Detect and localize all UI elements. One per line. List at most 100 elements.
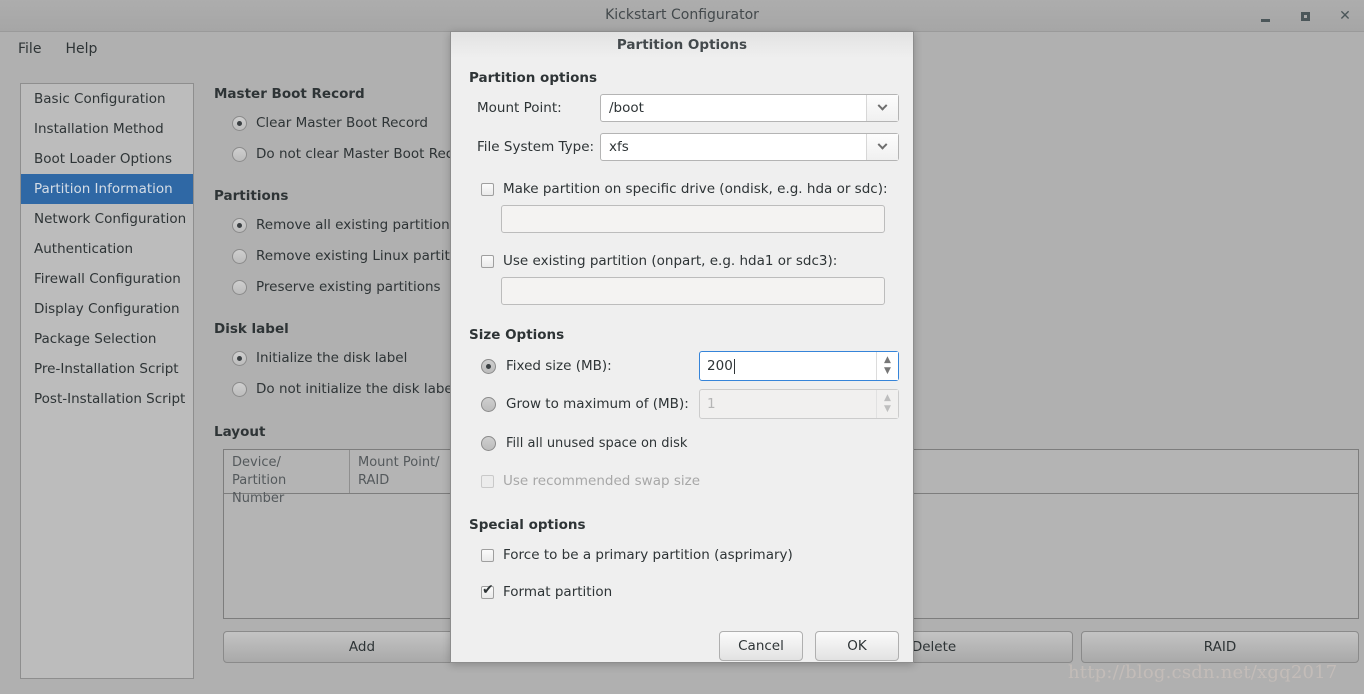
sidebar-item-pre-installation-script[interactable]: Pre-Installation Script — [21, 354, 193, 384]
radio-initialize-disk-label[interactable]: Initialize the disk label — [232, 346, 456, 370]
spinner-down-icon: ▼ — [884, 404, 891, 414]
dialog-buttons: Cancel OK — [719, 631, 899, 661]
ok-button[interactable]: OK — [815, 631, 899, 661]
fixed-size-spinner[interactable]: 200 ▲ ▼ — [699, 351, 899, 381]
window-title: Kickstart Configurator — [605, 7, 759, 23]
sidebar-item-post-installation-script[interactable]: Post-Installation Script — [21, 384, 193, 414]
checkbox-icon — [481, 583, 494, 599]
radio-icon[interactable] — [481, 358, 496, 374]
radio-do-not-clear-mbr[interactable]: Do not clear Master Boot Record — [232, 142, 475, 166]
radio-remove-linux-partitions[interactable]: Remove existing Linux partitions — [232, 244, 477, 268]
partition-options-section-title: Partition options — [469, 70, 597, 86]
disk-label-radio-group: Initialize the disk label Do not initial… — [214, 346, 456, 401]
sidebar-item-display-configuration[interactable]: Display Configuration — [21, 294, 193, 324]
sidebar-item-firewall-configuration[interactable]: Firewall Configuration — [21, 264, 193, 294]
radio-label: Initialize the disk label — [256, 350, 408, 366]
menu-item-file[interactable]: File — [8, 37, 51, 61]
ondisk-checkbox[interactable]: Make partition on specific drive (ondisk… — [481, 177, 899, 201]
fixed-size-label: Fixed size (MB): — [506, 358, 612, 374]
onpart-checkbox-label: Use existing partition (onpart, e.g. hda… — [503, 253, 838, 269]
radio-icon — [232, 115, 247, 131]
sidebar-item-authentication[interactable]: Authentication — [21, 234, 193, 264]
chevron-down-icon[interactable] — [866, 134, 898, 160]
radio-icon — [232, 217, 247, 233]
sidebar-item-package-selection[interactable]: Package Selection — [21, 324, 193, 354]
raid-button[interactable]: RAID — [1081, 631, 1359, 663]
fill-unused-space-label: Fill all unused space on disk — [506, 435, 688, 451]
sidebar-item-basic-configuration[interactable]: Basic Configuration — [21, 84, 193, 114]
file-system-type-value: xfs — [609, 139, 629, 155]
radio-label: Clear Master Boot Record — [256, 115, 428, 131]
chevron-down-icon[interactable] — [866, 95, 898, 121]
window-titlebar: Kickstart Configurator ✕ — [0, 0, 1364, 32]
mount-point-label: Mount Point: — [477, 100, 562, 116]
mount-point-value: /boot — [609, 100, 644, 116]
onpart-checkbox[interactable]: Use existing partition (onpart, e.g. hda… — [481, 249, 899, 273]
sidebar-item-installation-method[interactable]: Installation Method — [21, 114, 193, 144]
radio-remove-all-partitions[interactable]: Remove all existing partitions — [232, 213, 477, 237]
special-options-section-title: Special options — [469, 517, 586, 533]
fill-unused-space-row[interactable]: Fill all unused space on disk — [481, 426, 899, 460]
recommended-swap-label: Use recommended swap size — [503, 473, 701, 489]
format-partition-label: Format partition — [503, 584, 613, 600]
grow-to-maximum-value: 1 — [707, 396, 716, 412]
checkbox-icon — [481, 548, 494, 562]
file-system-type-row: File System Type: xfs — [465, 131, 899, 163]
file-system-type-select[interactable]: xfs — [600, 133, 899, 161]
sidebar-item-boot-loader-options[interactable]: Boot Loader Options — [21, 144, 193, 174]
minimize-icon — [1260, 18, 1270, 22]
radio-preserve-partitions[interactable]: Preserve existing partitions — [232, 275, 477, 299]
asprimary-label: Force to be a primary partition (asprima… — [503, 547, 793, 563]
dialog-body: Partition options Mount Point: /boot Fil… — [451, 70, 913, 675]
sidebar-item-partition-information[interactable]: Partition Information — [21, 174, 193, 204]
spinner-up-icon[interactable]: ▲ — [884, 355, 891, 366]
dialog-title: Partition Options — [451, 32, 913, 58]
size-options-section-title: Size Options — [469, 327, 565, 343]
spinner-up-icon: ▲ — [884, 393, 891, 403]
minimize-button[interactable] — [1256, 7, 1274, 25]
sidebar: Basic Configuration Installation Method … — [20, 83, 194, 679]
radio-icon — [232, 146, 247, 162]
disk-label-group-title: Disk label — [214, 321, 289, 337]
grow-to-maximum-spinner: 1 ▲ ▼ — [699, 389, 899, 419]
format-partition-checkbox[interactable]: Format partition — [481, 580, 899, 604]
sidebar-item-network-configuration[interactable]: Network Configuration — [21, 204, 193, 234]
spinner-buttons[interactable]: ▲ ▼ — [876, 352, 898, 380]
column-header-device: Device/Partition Number — [224, 450, 350, 506]
fixed-size-value: 200 — [707, 358, 733, 374]
checkbox-icon — [481, 254, 494, 268]
fixed-size-row: Fixed size (MB): 200 ▲ ▼ — [481, 349, 899, 383]
radio-icon — [232, 279, 247, 295]
radio-label: Do not initialize the disk label — [256, 381, 457, 397]
mount-point-select[interactable]: /boot — [600, 94, 899, 122]
file-system-type-label: File System Type: — [477, 139, 595, 155]
menu-item-help[interactable]: Help — [55, 37, 107, 61]
partitions-radio-group: Remove all existing partitions Remove ex… — [214, 213, 477, 299]
radio-do-not-initialize-disk-label[interactable]: Do not initialize the disk label — [232, 377, 456, 401]
cancel-button[interactable]: Cancel — [719, 631, 803, 661]
spinner-down-icon[interactable]: ▼ — [884, 366, 891, 377]
checkbox-icon — [481, 182, 494, 196]
maximize-button[interactable] — [1296, 7, 1314, 25]
layout-group-title: Layout — [214, 424, 266, 440]
close-button[interactable]: ✕ — [1336, 7, 1354, 25]
close-icon: ✕ — [1339, 8, 1351, 24]
radio-icon[interactable] — [481, 396, 496, 412]
radio-icon — [232, 248, 247, 264]
ondisk-input[interactable] — [501, 205, 885, 233]
radio-label: Remove existing Linux partitions — [256, 248, 478, 264]
partitions-group-title: Partitions — [214, 188, 289, 204]
radio-icon — [232, 381, 247, 397]
text-caret — [733, 358, 735, 374]
checkbox-icon — [481, 474, 494, 488]
asprimary-checkbox[interactable]: Force to be a primary partition (asprima… — [481, 543, 899, 567]
radio-clear-mbr[interactable]: Clear Master Boot Record — [232, 111, 475, 135]
radio-icon — [481, 435, 496, 451]
grow-to-maximum-row: Grow to maximum of (MB): 1 ▲ ▼ — [481, 387, 899, 421]
ondisk-checkbox-label: Make partition on specific drive (ondisk… — [503, 181, 888, 197]
onpart-input[interactable] — [501, 277, 885, 305]
maximize-icon — [1300, 11, 1310, 21]
partition-options-dialog: Partition Options Partition options Moun… — [450, 31, 914, 663]
radio-label: Remove all existing partitions — [256, 217, 457, 233]
recommended-swap-checkbox: Use recommended swap size — [481, 469, 899, 493]
